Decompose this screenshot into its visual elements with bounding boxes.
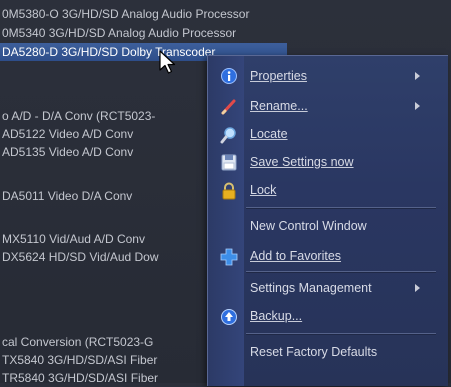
menu-item-backup[interactable]: Backup... <box>208 302 448 330</box>
tree-item[interactable]: o A/D - D/A Conv (RCT5023- <box>2 107 155 125</box>
info-icon <box>220 68 238 84</box>
menu-item-rename[interactable]: Rename... <box>208 92 448 120</box>
menu-item-add-to-favorites[interactable]: Add to Favorites <box>208 242 448 270</box>
menu-item-label: Settings Management <box>250 281 372 295</box>
pencil-icon <box>220 98 238 115</box>
menu-separator <box>246 333 436 335</box>
tree-item[interactable]: AD5135 Video A/D Conv <box>2 143 133 161</box>
menu-item-label: Lock <box>250 183 277 197</box>
menu-item-new-control-window[interactable]: New Control Window <box>208 212 448 240</box>
menu-item-label: Rename... <box>250 99 308 113</box>
tree-item[interactable]: 0M5380-O 3G/HD/SD Analog Audio Processor <box>2 5 249 23</box>
submenu-arrow-icon <box>415 284 420 292</box>
menu-item-label: Save Settings now <box>250 155 354 169</box>
backup-icon <box>220 308 238 325</box>
mouse-pointer-icon <box>159 50 176 74</box>
floppy-disk-icon <box>220 154 238 171</box>
menu-item-lock[interactable]: Lock <box>208 176 448 204</box>
tree-item[interactable]: TX5840 3G/HD/SD/ASI Fiber <box>2 351 157 369</box>
menu-item-label: New Control Window <box>250 219 367 233</box>
menu-item-reset-factory-defaults[interactable]: Reset Factory Defaults <box>208 338 448 366</box>
plus-icon <box>220 248 238 266</box>
menu-separator <box>246 207 436 209</box>
submenu-arrow-icon <box>415 102 420 110</box>
tree-item[interactable]: AD5122 Video A/D Conv <box>2 125 133 143</box>
submenu-arrow-icon <box>415 72 420 80</box>
menu-separator <box>246 271 436 273</box>
menu-item-label: Add to Favorites <box>250 249 342 263</box>
menu-item-properties[interactable]: Properties <box>208 62 448 90</box>
context-menu: Properties Rename... Locate Save Setting… <box>207 55 448 386</box>
menu-item-label: Reset Factory Defaults <box>250 345 378 359</box>
magnifier-icon <box>220 126 238 144</box>
tree-item[interactable]: MX5110 Vid/Aud A/D Conv <box>2 230 145 248</box>
tree-item[interactable]: 0M5340 3G/HD/SD Analog Audio Processor <box>2 24 236 42</box>
menu-item-settings-management[interactable]: Settings Management <box>208 274 448 302</box>
tree-item[interactable]: DX5624 HD/SD Vid/Aud Dow <box>2 248 159 266</box>
menu-item-locate[interactable]: Locate <box>208 120 448 148</box>
tree-item[interactable]: DA5011 Video D/A Conv <box>2 187 132 205</box>
padlock-icon <box>220 182 238 200</box>
tree-item[interactable]: cal Conversion (RCT5023-G <box>2 333 153 351</box>
menu-item-label: Backup... <box>250 309 303 323</box>
tree-item[interactable]: TR5840 3G/HD/SD/ASI Fiber <box>2 369 158 387</box>
menu-item-save-settings[interactable]: Save Settings now <box>208 148 448 176</box>
menu-item-label: Properties <box>250 69 307 83</box>
menu-item-label: Locate <box>250 127 288 141</box>
